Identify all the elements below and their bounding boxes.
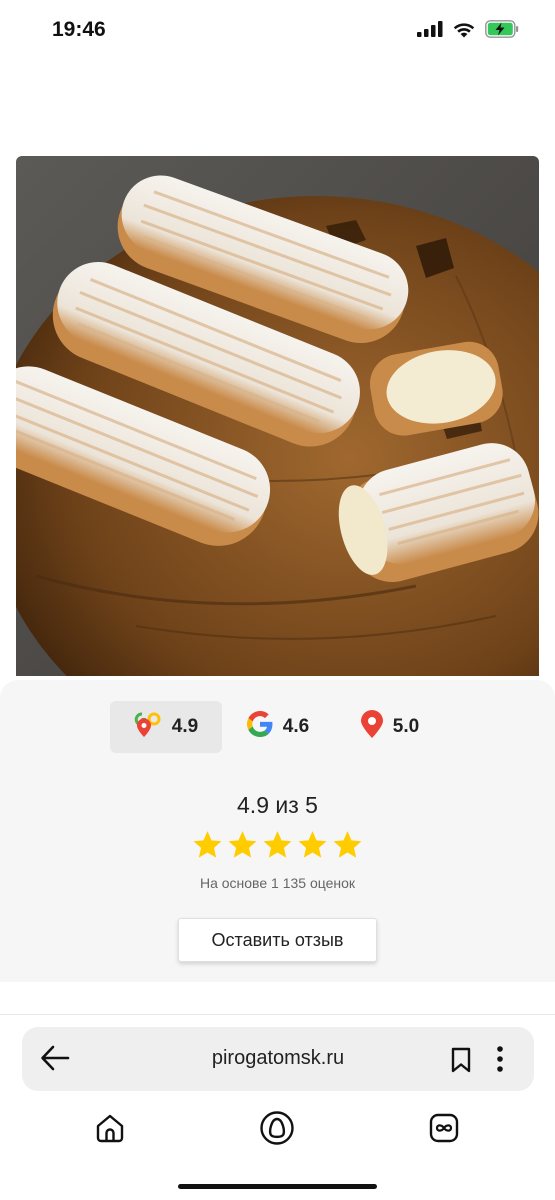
tab-yandex-maps[interactable]: 4.9	[110, 701, 222, 753]
tab-google-value: 4.6	[282, 716, 310, 737]
leave-review-button[interactable]: Оставить отзыв	[178, 918, 377, 962]
rating-source-tabs: 4.9 4.6 5.0	[110, 701, 446, 753]
google-icon	[246, 711, 273, 743]
rating-count-text: На основе 1 135 оценок	[199, 875, 356, 891]
rating-card: 4.9 4.6 5.0 4.9 из 5 На основе 1 135 оце…	[0, 680, 555, 982]
address-bar[interactable]: pirogatomsk.ru	[22, 1027, 534, 1091]
rating-stars	[0, 830, 555, 865]
tab-map-pin[interactable]: 5.0	[334, 701, 446, 753]
star-icon	[192, 830, 223, 865]
divider	[0, 1014, 555, 1015]
wifi-icon	[452, 21, 476, 43]
bookmark-icon[interactable]	[450, 1047, 472, 1078]
star-icon	[227, 830, 258, 865]
bottom-navigation	[0, 1106, 555, 1156]
eclairs-photo	[16, 156, 539, 676]
status-icons	[417, 20, 519, 43]
home-icon[interactable]	[88, 1106, 132, 1150]
more-options-icon[interactable]	[496, 1045, 504, 1078]
star-icon	[332, 830, 363, 865]
star-icon	[297, 830, 328, 865]
status-time: 19:46	[52, 18, 106, 41]
rating-score: 4.9 из 5	[237, 792, 318, 818]
tab-map-pin-value: 5.0	[392, 716, 420, 737]
battery-charging-icon	[485, 20, 519, 43]
status-bar: 19:46	[0, 0, 555, 62]
tab-google[interactable]: 4.6	[222, 701, 334, 753]
map-pin-icon	[360, 710, 383, 744]
star-icon	[262, 830, 293, 865]
yandex-maps-icon	[134, 711, 162, 743]
tab-yandex-maps-value: 4.9	[171, 716, 199, 737]
cellular-signal-icon	[417, 21, 443, 42]
tabs-infinity-icon[interactable]	[422, 1106, 466, 1150]
alice-assistant-icon[interactable]	[255, 1106, 299, 1150]
home-indicator	[178, 1184, 377, 1189]
